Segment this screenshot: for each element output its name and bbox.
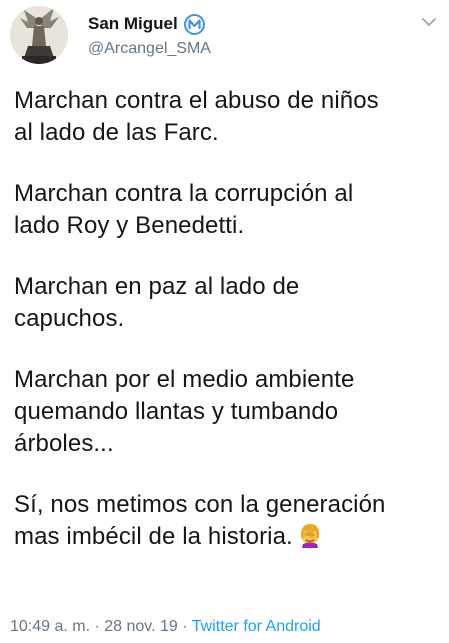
tweet-paragraph: Marchan contra la corrupción al lado Roy… xyxy=(14,180,354,239)
tweet-date[interactable]: 28 nov. 19 xyxy=(104,618,178,635)
avatar[interactable] xyxy=(10,6,68,64)
tweet-last-paragraph: Sí, nos metimos con la generación mas im… xyxy=(14,489,439,557)
tweet-header: San Miguel @Arcangel_SMA xyxy=(10,6,439,68)
separator: · xyxy=(177,618,192,635)
archangel-statue-icon xyxy=(10,6,68,64)
source-link[interactable]: Twitter for Android xyxy=(192,618,321,635)
tweet-paragraph: Marchan contra el abuso de niños al lado… xyxy=(14,87,379,146)
tweet-time[interactable]: 10:49 a. m. xyxy=(10,618,90,635)
user-names: San Miguel @Arcangel_SMA xyxy=(88,13,211,58)
tweet-paragraph: Sí, nos metimos con la generación mas im… xyxy=(14,491,386,550)
tweet-card: San Miguel @Arcangel_SMA Marchan contra … xyxy=(0,0,449,643)
tweet-paragraph: Marchan por el medio ambiente quemando l… xyxy=(14,366,355,457)
tweet-text: Marchan contra el abuso de niños al lado… xyxy=(14,85,439,586)
display-name[interactable]: San Miguel xyxy=(88,14,178,34)
tweet-paragraph: Marchan en paz al lado de capuchos. xyxy=(14,273,300,332)
facepalm-emoji-icon xyxy=(297,522,323,557)
m-badge-icon xyxy=(183,13,205,35)
chevron-down-icon[interactable] xyxy=(419,12,439,32)
tweet-metadata: 10:49 a. m. · 28 nov. 19 · Twitter for A… xyxy=(10,618,321,636)
user-handle[interactable]: @Arcangel_SMA xyxy=(88,40,211,58)
display-name-row: San Miguel xyxy=(88,13,211,35)
separator: · xyxy=(90,618,105,635)
